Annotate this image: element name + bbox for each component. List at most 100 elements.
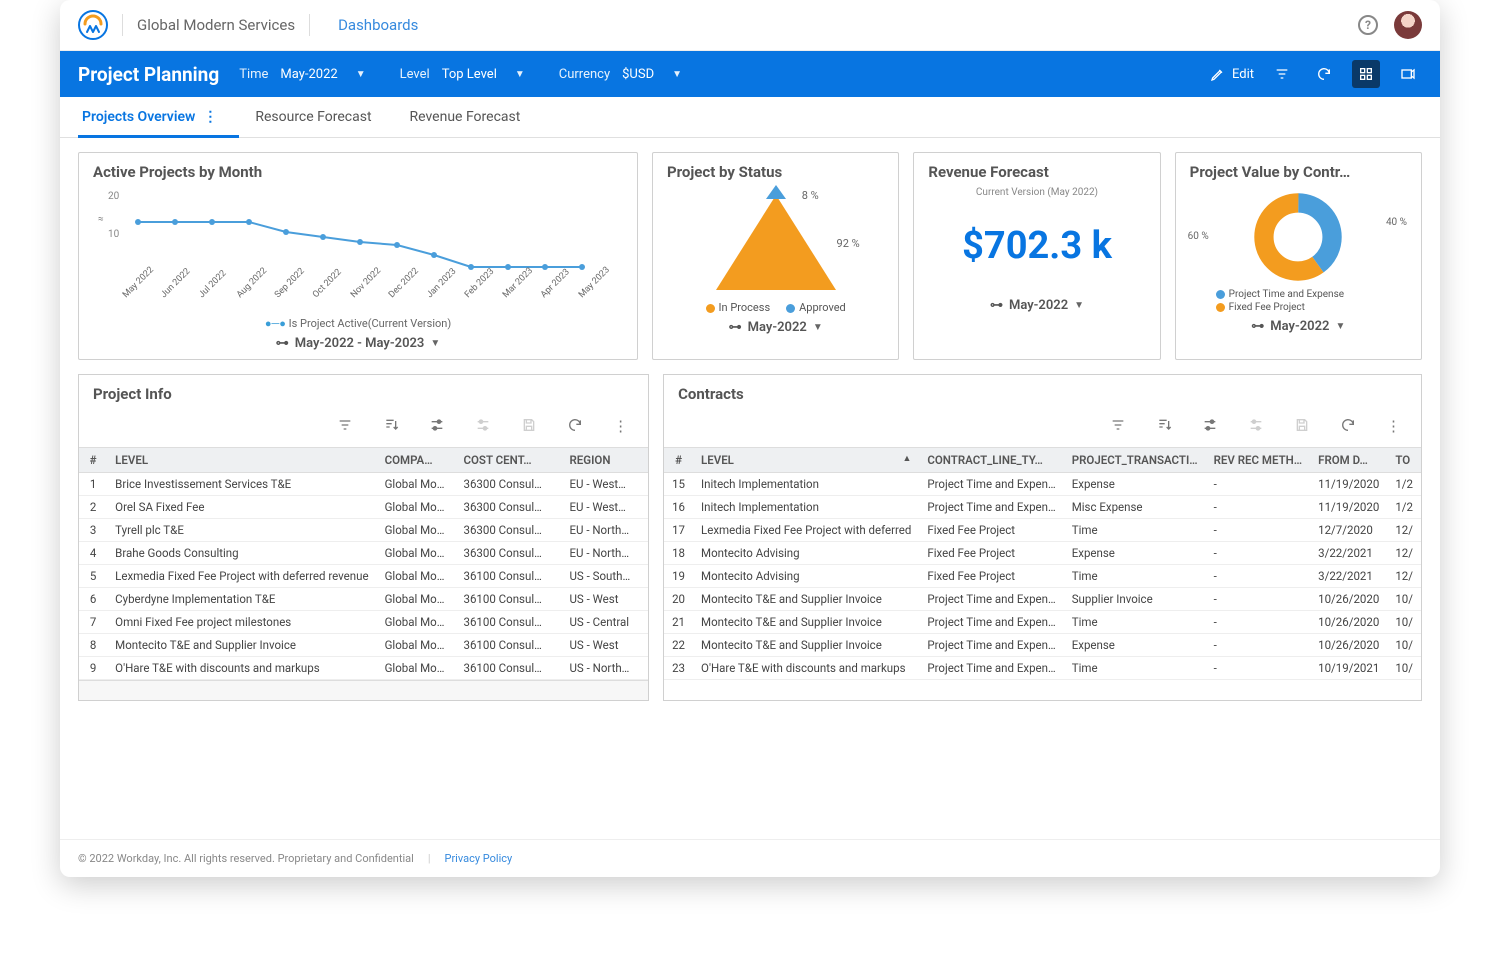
- panel-project-info: Project Info ⋮ # LEVEL COMPA… COST CENT……: [78, 374, 649, 701]
- save-icon[interactable]: [1294, 417, 1310, 437]
- table-row[interactable]: 20Montecito T&E and Supplier InvoiceProj…: [664, 588, 1421, 611]
- slice-ffp-pct: 60 %: [1188, 231, 1209, 242]
- table-row[interactable]: 1Brice Investissement Services T&EGlobal…: [79, 473, 648, 496]
- revenue-value: $702.3 k: [928, 224, 1145, 268]
- card-title: Active Projects by Month: [93, 163, 623, 181]
- filter-currency-value[interactable]: $USD: [622, 67, 654, 82]
- pin-icon: ⊶: [1251, 319, 1264, 334]
- table-row[interactable]: 8Montecito T&E and Supplier InvoiceGloba…: [79, 634, 648, 657]
- col-level[interactable]: LEVEL: [107, 448, 376, 473]
- avatar[interactable]: [1394, 11, 1422, 39]
- config-icon[interactable]: [1248, 417, 1264, 437]
- table-row[interactable]: 6Cyberdyne Implementation T&EGlobal Mo…3…: [79, 588, 648, 611]
- triangle-chart[interactable]: 8 % 92 %: [667, 187, 884, 297]
- edit-label: Edit: [1232, 67, 1254, 82]
- col-project-transaction[interactable]: PROJECT_TRANSACTI…: [1064, 448, 1206, 473]
- filter-icon[interactable]: [337, 417, 353, 437]
- card-period-selector[interactable]: ⊶May-2022▼: [928, 298, 1145, 313]
- col-level[interactable]: LEVEL ▲: [693, 448, 919, 473]
- refresh-icon[interactable]: [1310, 60, 1338, 88]
- grid-view-icon[interactable]: [1352, 60, 1380, 88]
- table-row[interactable]: 15Initech ImplementationProject Time and…: [664, 473, 1421, 496]
- chevron-down-icon[interactable]: ▼: [515, 69, 525, 80]
- table-row[interactable]: 7Omni Fixed Fee project milestonesGlobal…: [79, 611, 648, 634]
- col-rev-rec-method[interactable]: REV REC METH…: [1206, 448, 1311, 473]
- filter-level-value[interactable]: Top Level: [442, 67, 497, 82]
- svg-text:≈: ≈: [98, 214, 104, 225]
- tab-resource-forecast[interactable]: Resource Forecast: [251, 97, 375, 137]
- privacy-policy-link[interactable]: Privacy Policy: [445, 852, 513, 865]
- tab-more-icon[interactable]: ⋮: [203, 109, 217, 125]
- sort-icon[interactable]: [1156, 417, 1172, 437]
- edit-button[interactable]: Edit: [1210, 66, 1254, 82]
- panel-contracts: Contracts ⋮ # LEVEL ▲ CONTRACT_LINE_TY… …: [663, 374, 1422, 701]
- page-footer: © 2022 Workday, Inc. All rights reserved…: [60, 839, 1440, 877]
- refresh-icon[interactable]: [567, 417, 583, 437]
- line-chart[interactable]: 20 10 ≈: [93, 187, 623, 287]
- help-icon[interactable]: ?: [1358, 15, 1378, 35]
- donut-chart[interactable]: 60 % 40 %: [1190, 187, 1407, 287]
- workday-logo-icon[interactable]: [78, 10, 108, 40]
- table-row[interactable]: 22Montecito T&E and Supplier InvoiceProj…: [664, 634, 1421, 657]
- svg-text:20: 20: [108, 191, 120, 202]
- panel-title: Contracts: [664, 375, 1421, 413]
- col-region[interactable]: REGION: [561, 448, 648, 473]
- table-row[interactable]: 3Tyrell plc T&EGlobal Mo…36300 Consul…EU…: [79, 519, 648, 542]
- card-title: Project Value by Contr…: [1190, 163, 1407, 181]
- col-cost-center[interactable]: COST CENT…: [455, 448, 561, 473]
- refresh-icon[interactable]: [1340, 417, 1356, 437]
- contracts-table[interactable]: # LEVEL ▲ CONTRACT_LINE_TY… PROJECT_TRAN…: [664, 447, 1421, 680]
- col-num[interactable]: #: [79, 448, 107, 473]
- table-row[interactable]: 23O'Hare T&E with discounts and markupsP…: [664, 657, 1421, 680]
- sort-icon[interactable]: [383, 417, 399, 437]
- card-active-projects: Active Projects by Month 20 10 ≈ May 202…: [78, 152, 638, 360]
- card-period-selector[interactable]: ⊶May-2022 - May-2023▼: [93, 336, 623, 351]
- chevron-down-icon[interactable]: ▼: [356, 69, 366, 80]
- settings-icon[interactable]: [429, 417, 445, 437]
- col-to-date[interactable]: TO: [1387, 448, 1421, 473]
- filter-bar: Project Planning Time May-2022 ▼ Level T…: [60, 51, 1440, 97]
- filter-time-value[interactable]: May-2022: [280, 67, 337, 82]
- card-period-selector[interactable]: ⊶May-2022▼: [1190, 319, 1407, 334]
- col-company[interactable]: COMPA…: [377, 448, 456, 473]
- col-from-date[interactable]: FROM D…: [1310, 448, 1387, 473]
- table-row[interactable]: 5Lexmedia Fixed Fee Project with deferre…: [79, 565, 648, 588]
- table-row[interactable]: 19Montecito AdvisingFixed Fee ProjectTim…: [664, 565, 1421, 588]
- panel-title: Project Info: [79, 375, 648, 413]
- table-row[interactable]: 2Orel SA Fixed FeeGlobal Mo…36300 Consul…: [79, 496, 648, 519]
- card-title: Project by Status: [667, 163, 884, 181]
- more-icon[interactable]: ⋮: [613, 417, 628, 437]
- more-icon[interactable]: ⋮: [1386, 417, 1401, 437]
- project-info-table[interactable]: # LEVEL COMPA… COST CENT… REGION 1Brice …: [79, 447, 648, 680]
- slice-inprocess-pct: 92 %: [837, 237, 860, 250]
- save-icon[interactable]: [521, 417, 537, 437]
- filter-icon[interactable]: [1268, 60, 1296, 88]
- slice-approved-pct: 8 %: [802, 189, 819, 202]
- col-contract-line-type[interactable]: CONTRACT_LINE_TY…: [919, 448, 1063, 473]
- chart-legend: Project Time and Expense Fixed Fee Proje…: [1190, 289, 1407, 313]
- filter-icon[interactable]: [1110, 417, 1126, 437]
- filter-currency-label: Currency: [559, 67, 610, 82]
- card-period-selector[interactable]: ⊶May-2022▼: [667, 320, 884, 335]
- table-row[interactable]: 18Montecito AdvisingFixed Fee ProjectExp…: [664, 542, 1421, 565]
- table-toolbar: ⋮: [664, 413, 1421, 447]
- table-row[interactable]: 21Montecito T&E and Supplier InvoiceProj…: [664, 611, 1421, 634]
- card-project-value: Project Value by Contr… 60 % 40 % Projec…: [1175, 152, 1422, 360]
- tab-projects-overview[interactable]: Projects Overview⋮: [78, 97, 221, 137]
- breadcrumb-company[interactable]: Global Modern Services: [137, 16, 295, 34]
- chart-legend: ●─● Is Project Active(Current Version): [93, 317, 623, 330]
- chevron-down-icon[interactable]: ▼: [672, 69, 682, 80]
- table-row[interactable]: 9O'Hare T&E with discounts and markupsGl…: [79, 657, 648, 680]
- tab-bar: Projects Overview⋮ Resource Forecast Rev…: [60, 97, 1440, 138]
- present-icon[interactable]: [1394, 60, 1422, 88]
- card-subtitle: Current Version (May 2022): [928, 187, 1145, 198]
- config-icon[interactable]: [475, 417, 491, 437]
- table-row[interactable]: 17Lexmedia Fixed Fee Project with deferr…: [664, 519, 1421, 542]
- col-num[interactable]: #: [664, 448, 693, 473]
- svg-text:10: 10: [108, 229, 120, 240]
- tab-revenue-forecast[interactable]: Revenue Forecast: [406, 97, 525, 137]
- table-row[interactable]: 16Initech ImplementationProject Time and…: [664, 496, 1421, 519]
- settings-icon[interactable]: [1202, 417, 1218, 437]
- table-row[interactable]: 4Brahe Goods ConsultingGlobal Mo…36300 C…: [79, 542, 648, 565]
- breadcrumb-section[interactable]: Dashboards: [338, 16, 418, 34]
